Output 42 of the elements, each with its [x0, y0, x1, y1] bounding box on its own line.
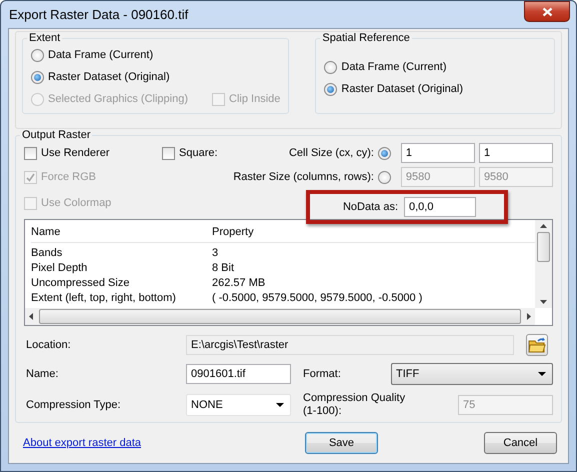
- field-label: Compression Quality (1-100):: [303, 392, 406, 417]
- checkbox-label: Clip Inside: [229, 93, 280, 105]
- radio-label: Raster Dataset (Original): [341, 83, 464, 95]
- group-title: Output Raster: [21, 129, 92, 141]
- window-title: Export Raster Data - 090160.tif: [9, 7, 188, 22]
- field-label: Compression Type:: [26, 399, 122, 411]
- column-header: Property: [212, 226, 255, 238]
- checkbox-label: Square:: [179, 147, 218, 159]
- field-label: Cell Size (cx, cy):: [288, 147, 374, 159]
- format-dropdown[interactable]: TIFF: [391, 363, 553, 385]
- input-field[interactable]: 1: [400, 143, 475, 163]
- field-label: Raster Size (columns, rows):: [232, 171, 374, 183]
- cancel-button[interactable]: Cancel: [484, 432, 557, 454]
- radio-label: Selected Graphics (Clipping): [48, 93, 188, 105]
- field-label: Name:: [26, 368, 60, 380]
- save-button[interactable]: Save: [305, 432, 378, 454]
- radio-label: Raster Dataset (Original): [48, 71, 170, 83]
- checkbox-label: Use Renderer: [41, 147, 110, 159]
- radio-label: Data Frame (Current): [48, 49, 154, 61]
- table-cell-text: 8 Bit: [212, 262, 236, 274]
- radio-label: Data Frame (Current): [341, 61, 447, 73]
- group-title: Extent: [28, 32, 62, 44]
- table-cell-text: 262.57 MB: [212, 276, 266, 288]
- table-cell-text: Extent (left, top, right, bottom): [31, 292, 177, 304]
- table-cell-text: ( -0.5000, 9579.5000, 9579.5000, -0.5000 ): [212, 292, 424, 304]
- input-field[interactable]: E:\arcgis\Test\raster: [186, 335, 514, 355]
- field-label: Location:: [26, 339, 72, 351]
- table-cell-text: 3: [212, 246, 220, 258]
- help-link[interactable]: About export raster data: [23, 437, 305, 449]
- table-cell-text: Bands: [31, 246, 64, 258]
- input-field[interactable]: 1: [478, 143, 554, 163]
- field-label: NoData as:: [342, 201, 398, 213]
- table-cell-text: Pixel Depth: [31, 262, 88, 274]
- input-field[interactable]: 0901601.tif: [186, 364, 291, 384]
- checkbox-label: Force RGB: [41, 171, 96, 183]
- column-header: Name: [31, 226, 62, 238]
- compression-dropdown[interactable]: NONE: [186, 394, 291, 416]
- input-field[interactable]: 0,0,0: [404, 197, 476, 217]
- checkbox-label: Use Colormap: [41, 197, 112, 209]
- table-cell-text: Uncompressed Size: [31, 276, 130, 288]
- group-title: Spatial Reference: [321, 32, 411, 44]
- field-label: Format:: [303, 368, 342, 380]
